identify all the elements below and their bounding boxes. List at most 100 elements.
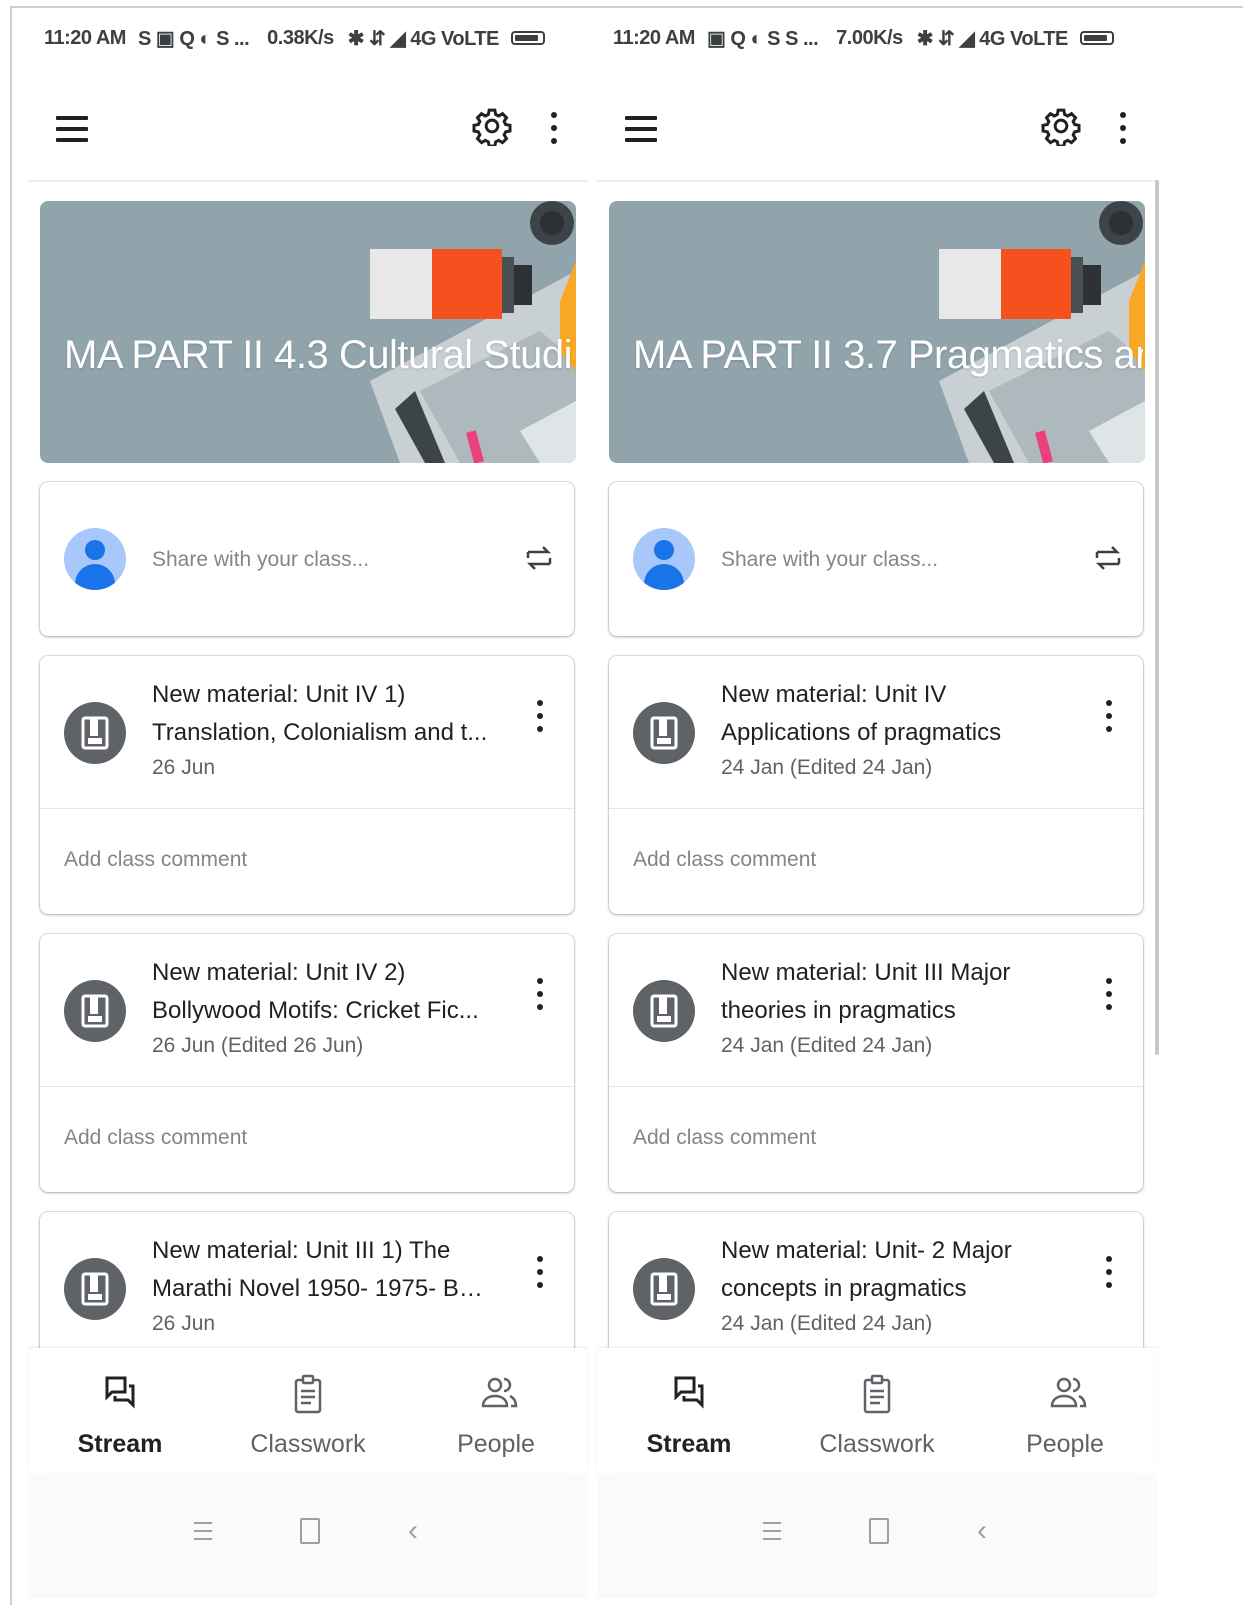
post-title: New material: Unit III Major theories in …	[721, 959, 1011, 1024]
more-vert-icon[interactable]	[546, 108, 562, 148]
tab-people[interactable]: People	[995, 1348, 1135, 1473]
stream-icon	[674, 1376, 704, 1409]
more-vert-icon[interactable]	[1101, 696, 1117, 736]
banner-illustration	[370, 201, 576, 463]
hamburger-icon[interactable]	[625, 116, 657, 142]
post-date: 26 Jun	[152, 1312, 216, 1335]
status-time: 11:20 AM	[613, 26, 695, 49]
appbar-divider	[28, 180, 588, 182]
post-date: 26 Jun	[152, 756, 216, 779]
network-speed: 0.38K/s	[267, 26, 334, 49]
phone-screen-right: 11:20 AM ▣ Q ◐ S S ... 7.00K/s ✱ ⇵ ◢ 4G …	[597, 8, 1157, 1598]
post-header[interactable]: New material: Unit IV Applications of pra…	[609, 656, 1143, 809]
post-header[interactable]: New material: Unit IV 1) Translation, Col…	[40, 656, 574, 809]
material-icon	[64, 980, 126, 1042]
add-class-comment[interactable]: Add class comment	[633, 848, 816, 872]
app-bar	[28, 88, 588, 178]
phone-screen-left: 11:20 AM S ▣ Q ◐ S ... 0.38K/s ✱ ⇵ ◢ 4G …	[28, 8, 588, 1598]
post-title: New material: Unit- 2 Major concepts in p…	[721, 1237, 1012, 1302]
avatar-icon	[633, 528, 695, 590]
post-date: 24 Jan (Edited 24 Jan)	[721, 756, 933, 779]
network-status: ✱ ⇵ ◢ 4G VoLTE	[347, 27, 500, 50]
tab-stream-label: Stream	[77, 1430, 163, 1458]
more-vert-icon[interactable]	[532, 696, 548, 736]
more-vert-icon[interactable]	[1101, 1252, 1117, 1292]
system-back-icon[interactable]: ‹	[408, 1514, 418, 1548]
material-icon	[64, 702, 126, 764]
post-date: 24 Jan (Edited 24 Jan)	[721, 1312, 933, 1335]
add-class-comment[interactable]: Add class comment	[64, 848, 247, 872]
tab-stream[interactable]: Stream	[50, 1348, 190, 1473]
more-vert-icon[interactable]	[1101, 974, 1117, 1014]
tab-classwork-label: Classwork	[250, 1430, 366, 1458]
system-home-icon[interactable]	[869, 1518, 889, 1544]
post-card[interactable]: New material: Unit IV 1) Translation, Col…	[40, 656, 574, 914]
gear-icon[interactable]	[1041, 106, 1081, 146]
network-speed: 7.00K/s	[836, 26, 903, 49]
avatar-icon	[64, 528, 126, 590]
notification-icons: S ▣ Q ◐ S ...	[137, 27, 250, 50]
gear-icon[interactable]	[472, 106, 512, 146]
post-date: 24 Jan (Edited 24 Jan)	[721, 1034, 933, 1057]
battery-icon	[1079, 31, 1114, 45]
status-bar: 11:20 AM S ▣ Q ◐ S ... 0.38K/s ✱ ⇵ ◢ 4G …	[28, 8, 588, 68]
share-card[interactable]: Share with your class...	[40, 482, 574, 636]
post-title: New material: Unit IV 2) Bollywood Motifs…	[152, 959, 479, 1024]
post-date: 26 Jun (Edited 26 Jun)	[152, 1034, 364, 1057]
post-title: New material: Unit IV Applications of pra…	[721, 681, 1002, 746]
more-vert-icon[interactable]	[1115, 108, 1131, 148]
post-title: New material: Unit IV 1) Translation, Col…	[152, 681, 488, 746]
tab-people-label: People	[457, 1430, 535, 1458]
repost-icon[interactable]	[1093, 538, 1123, 578]
post-header[interactable]: New material: Unit III 1) The Marathi Nov…	[40, 1212, 574, 1365]
class-banner[interactable]: MA PART II 3.7 Pragmatics an...	[609, 201, 1145, 463]
app-bar	[597, 88, 1157, 178]
scrollbar[interactable]	[1155, 180, 1159, 1055]
classwork-icon	[863, 1374, 891, 1414]
post-title: New material: Unit III 1) The Marathi Nov…	[152, 1237, 492, 1302]
status-bar: 11:20 AM ▣ Q ◐ S S ... 7.00K/s ✱ ⇵ ◢ 4G …	[597, 8, 1157, 68]
tab-classwork[interactable]: Classwork	[238, 1348, 378, 1473]
class-banner[interactable]: MA PART II 4.3 Cultural Studies	[40, 201, 576, 463]
post-card[interactable]: New material: Unit IV Applications of pra…	[609, 656, 1143, 914]
tab-people[interactable]: People	[426, 1348, 566, 1473]
tab-stream[interactable]: Stream	[619, 1348, 759, 1473]
bottom-navigation: Stream Classwork People	[28, 1348, 588, 1473]
system-navigation-bar: ‹	[28, 1474, 588, 1598]
class-title: MA PART II 4.3 Cultural Studies	[64, 333, 574, 377]
more-vert-icon[interactable]	[532, 974, 548, 1014]
battery-icon	[510, 31, 545, 45]
tab-stream-label: Stream	[646, 1430, 732, 1458]
share-input[interactable]: Share with your class...	[152, 548, 369, 572]
more-vert-icon[interactable]	[532, 1252, 548, 1292]
material-icon	[64, 1258, 126, 1320]
material-icon	[633, 1258, 695, 1320]
repost-icon[interactable]	[524, 538, 554, 578]
post-header[interactable]: New material: Unit IV 2) Bollywood Motifs…	[40, 934, 574, 1087]
add-class-comment[interactable]: Add class comment	[64, 1126, 247, 1150]
tab-people-label: People	[1026, 1430, 1104, 1458]
appbar-divider	[597, 180, 1157, 182]
post-card[interactable]: New material: Unit III Major theories in …	[609, 934, 1143, 1192]
system-navigation-bar: ‹	[597, 1474, 1157, 1598]
post-header[interactable]: New material: Unit- 2 Major concepts in p…	[609, 1212, 1143, 1365]
tab-classwork[interactable]: Classwork	[807, 1348, 947, 1473]
system-back-icon[interactable]: ‹	[977, 1514, 987, 1548]
post-header[interactable]: New material: Unit III Major theories in …	[609, 934, 1143, 1087]
status-time: 11:20 AM	[44, 26, 126, 49]
share-card[interactable]: Share with your class...	[609, 482, 1143, 636]
system-home-icon[interactable]	[300, 1518, 320, 1544]
banner-illustration	[939, 201, 1145, 463]
share-input[interactable]: Share with your class...	[721, 548, 938, 572]
system-menu-icon[interactable]	[194, 1520, 212, 1542]
post-card[interactable]: New material: Unit IV 2) Bollywood Motifs…	[40, 934, 574, 1192]
system-menu-icon[interactable]	[763, 1520, 781, 1542]
tab-classwork-label: Classwork	[819, 1430, 935, 1458]
material-icon	[633, 980, 695, 1042]
notification-icons: ▣ Q ◐ S S ...	[706, 27, 819, 50]
material-icon	[633, 702, 695, 764]
class-title: MA PART II 3.7 Pragmatics an...	[633, 333, 1143, 377]
people-icon	[481, 1377, 518, 1408]
hamburger-icon[interactable]	[56, 116, 88, 142]
add-class-comment[interactable]: Add class comment	[633, 1126, 816, 1150]
